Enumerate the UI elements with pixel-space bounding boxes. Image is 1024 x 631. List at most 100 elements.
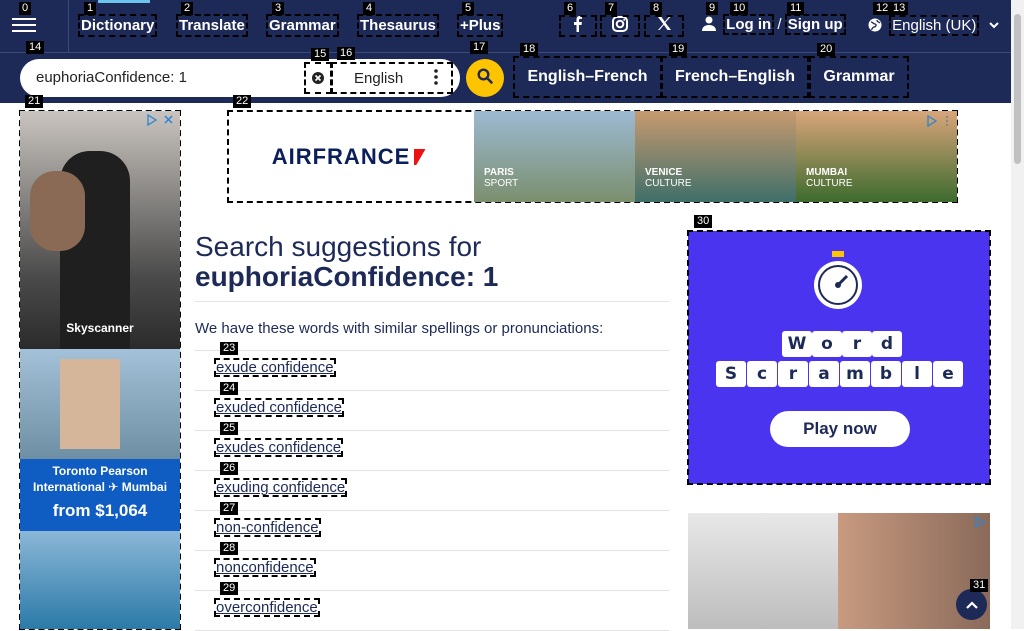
- divider: [0, 52, 1011, 53]
- suggestion-link[interactable]: overconfidence: [214, 598, 320, 617]
- element-index-label: 12: [873, 2, 892, 15]
- stopwatch-icon: [810, 249, 866, 316]
- element-index-label: 26: [220, 462, 239, 475]
- dictionary-language-label: English: [354, 69, 404, 87]
- ad-left-route: Toronto Pearson International ✈ Mumbai: [32, 464, 168, 494]
- divider: [195, 350, 669, 351]
- element-index-label: 21: [25, 95, 44, 108]
- auth-links: Log in / Sign up: [702, 14, 846, 35]
- nav-translate[interactable]: Translate: [176, 14, 248, 37]
- ad-word-scramble[interactable]: Word Scramble Play now: [687, 230, 991, 485]
- signup-link[interactable]: Sign up: [784, 14, 846, 35]
- city-tag: CULTURE: [645, 178, 692, 189]
- element-index-label: 16: [337, 47, 356, 60]
- nav-plus[interactable]: +Plus: [456, 14, 504, 37]
- letter-tile: b: [871, 361, 901, 387]
- arrow-up-icon: [965, 597, 978, 613]
- suggestion-link[interactable]: exudes confidence: [213, 438, 344, 457]
- ad-left-offer: Toronto Pearson International ✈ Mumbai f…: [20, 459, 180, 531]
- language-selector[interactable]: English (UK): [868, 15, 999, 36]
- ad-photo-3: [20, 531, 180, 629]
- letter-tile: d: [872, 331, 902, 357]
- suggestion-link[interactable]: nonconfidence: [214, 558, 316, 577]
- suggestions-intro: We have these words with similar spellin…: [195, 320, 604, 337]
- suggestion-link[interactable]: non-confidence: [214, 518, 321, 537]
- element-index-label: 27: [220, 502, 239, 515]
- letter-tile: r: [778, 361, 808, 387]
- ad-banner[interactable]: AIRFRANCE PARIS SPORT VENICE CULTURE MUMBA…: [227, 110, 958, 203]
- airfrance-stripe-icon: [414, 148, 431, 165]
- element-index-label: 29: [220, 582, 239, 595]
- suggestion-link[interactable]: exuded confidence: [214, 398, 344, 417]
- ad-left-brand: Skyscanner: [66, 321, 134, 335]
- divider: [68, 0, 69, 52]
- letter-tile: S: [716, 361, 746, 387]
- ad-close-icon[interactable]: [146, 113, 176, 127]
- element-index-label: 1: [84, 2, 97, 15]
- ad-photo: [688, 513, 838, 629]
- quicklink-french-english[interactable]: French–English: [661, 56, 809, 98]
- letter-tile: W: [782, 331, 812, 357]
- city-name: PARIS: [484, 167, 514, 178]
- divider: [195, 510, 669, 511]
- back-to-top-button[interactable]: [956, 589, 987, 620]
- element-index-label: 0: [19, 2, 32, 15]
- divider: [195, 550, 669, 551]
- more-vert-icon: [434, 69, 438, 88]
- quicklink-english-french[interactable]: English–French: [513, 56, 662, 98]
- divider: [195, 470, 669, 471]
- x-icon[interactable]: [644, 15, 684, 37]
- ad-city-venice: VENICE CULTURE: [635, 111, 796, 202]
- quicklink-grammar[interactable]: Grammar: [809, 56, 909, 98]
- letter-tile: e: [933, 361, 963, 387]
- element-index-label: 14: [26, 41, 45, 54]
- nav-dictionary[interactable]: Dictionary: [77, 14, 158, 37]
- adchoices-icon[interactable]: [926, 114, 954, 132]
- ad-photo: Skyscanner: [20, 111, 180, 349]
- element-index-label: 19: [669, 43, 688, 56]
- menu-icon[interactable]: [12, 14, 36, 34]
- play-now-button[interactable]: Play now: [770, 411, 910, 447]
- search-icon: [477, 67, 493, 89]
- ad-banner-brand: AIRFRANCE: [271, 143, 411, 169]
- search-button[interactable]: [466, 59, 504, 97]
- dictionary-language-select[interactable]: English: [331, 62, 453, 94]
- adchoices-icon[interactable]: [974, 515, 986, 533]
- letter-tile: c: [747, 361, 777, 387]
- page-title: Search suggestions for euphoriaConfidenc…: [195, 232, 670, 292]
- search-input[interactable]: [36, 69, 306, 86]
- chevron-down-icon: [988, 16, 999, 33]
- nav-grammar[interactable]: Grammar: [266, 14, 339, 37]
- login-link[interactable]: Log in: [723, 14, 775, 35]
- instagram-icon[interactable]: [600, 15, 640, 37]
- divider: [195, 390, 669, 391]
- divider: [195, 301, 669, 302]
- letter-tile: l: [902, 361, 932, 387]
- city-name: VENICE: [645, 167, 683, 178]
- suggestion-link[interactable]: exude confidence: [214, 358, 336, 377]
- letter-tile: m: [840, 361, 870, 387]
- scrollbar-thumb[interactable]: [1014, 14, 1021, 164]
- element-index-label: 28: [220, 542, 239, 555]
- ad-banner-logo: AIRFRANCE: [228, 111, 474, 202]
- element-index-label: 5: [462, 2, 475, 15]
- element-index-label: 22: [233, 95, 252, 108]
- ad-hearing[interactable]: [688, 513, 990, 629]
- element-index-label: 17: [470, 41, 489, 54]
- search-form: English: [20, 59, 460, 97]
- element-index-label: 31: [970, 579, 989, 592]
- clear-icon[interactable]: [304, 62, 332, 94]
- suggestion-link[interactable]: exuding confidence: [213, 478, 348, 497]
- city-tag: CULTURE: [806, 178, 853, 189]
- scrollbar[interactable]: [1011, 0, 1024, 629]
- ad-photo-2: [20, 349, 180, 459]
- element-index-label: 15: [311, 48, 330, 61]
- element-index-label: 13: [890, 2, 909, 15]
- letter-tile: a: [809, 361, 839, 387]
- nav-thesaurus[interactable]: Thesaurus: [357, 14, 439, 37]
- element-index-label: 3: [272, 2, 285, 15]
- page-title-prefix: Search suggestions for: [195, 231, 482, 262]
- facebook-icon[interactable]: [559, 15, 597, 37]
- ad-left[interactable]: Skyscanner Toronto Pearson International…: [19, 110, 181, 630]
- active-indicator: [98, 0, 150, 3]
